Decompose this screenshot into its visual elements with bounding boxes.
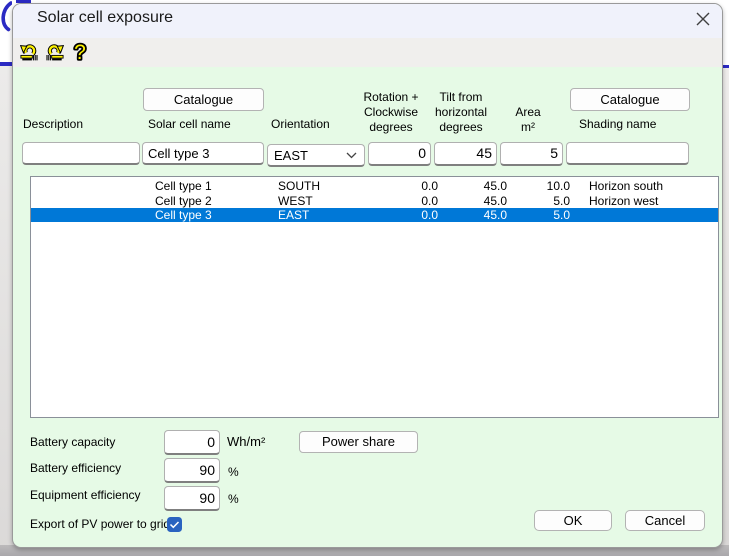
svg-text:?: ? xyxy=(74,41,86,63)
